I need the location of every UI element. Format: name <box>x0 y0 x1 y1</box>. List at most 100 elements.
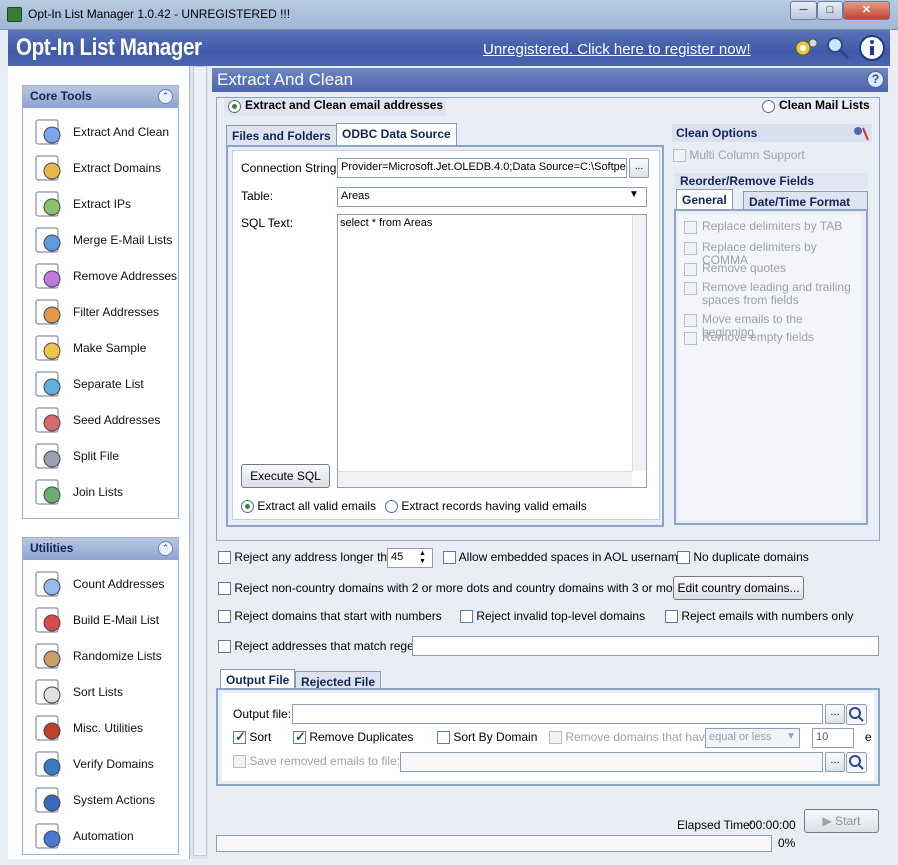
sidebar-item-remove-addresses[interactable]: Remove Addresses <box>33 261 178 291</box>
reject-regexp-option[interactable]: Reject addresses that match regexp <box>218 639 426 654</box>
sidebar-item-automation[interactable]: Automation <box>33 821 178 851</box>
sql-vertical-scrollbar[interactable] <box>632 215 646 471</box>
reject-numbers-only-option[interactable]: Reject emails with numbers only <box>665 609 853 624</box>
extract-records-option[interactable]: Extract records having valid emails <box>385 499 587 514</box>
sidebar-item-sort-lists[interactable]: Sort Lists <box>33 677 178 707</box>
clean-option-checkbox[interactable] <box>684 263 697 276</box>
allow-spaces-checkbox[interactable] <box>443 551 456 565</box>
mode-extract-radio[interactable] <box>228 100 241 114</box>
no-dup-domains-checkbox[interactable] <box>677 551 690 565</box>
minimize-button[interactable]: ─ <box>790 1 817 20</box>
clean-option[interactable]: Remove empty fields <box>684 331 854 345</box>
save-removed-option[interactable]: Save removed emails to file: <box>233 754 400 769</box>
mode-clean-radio[interactable] <box>762 100 775 114</box>
remove-duplicates-option[interactable]: Remove Duplicates <box>293 729 413 745</box>
help-icon[interactable]: ? <box>867 71 884 88</box>
maximize-button[interactable]: □ <box>817 1 843 20</box>
sql-horizontal-scrollbar[interactable] <box>338 471 632 487</box>
max-length-stepper[interactable]: 45 <box>387 548 433 568</box>
save-removed-input[interactable] <box>400 752 823 772</box>
sidebar-item-system-actions[interactable]: System Actions <box>33 785 178 815</box>
no-dup-domains-option[interactable]: No duplicate domains <box>677 550 809 565</box>
remove-domains-checkbox[interactable] <box>549 731 562 745</box>
execute-sql-button[interactable]: Execute SQL <box>241 464 330 488</box>
table-select[interactable]: Areas <box>337 187 647 207</box>
collapse-chevron-icon[interactable]: ⌃ <box>158 541 173 556</box>
tab-rejected-file[interactable]: Rejected File <box>295 671 382 689</box>
tab-date-time-format[interactable]: Date/Time Format <box>743 191 868 209</box>
settings-gear-icon[interactable] <box>792 34 820 62</box>
clean-option[interactable]: Remove quotes <box>684 262 854 276</box>
output-file-input[interactable] <box>292 704 823 724</box>
sort-option[interactable]: Sort <box>233 729 271 745</box>
reject-numbers-start-checkbox[interactable] <box>218 610 231 624</box>
regexp-input[interactable] <box>412 636 879 656</box>
edit-country-domains-button[interactable]: Edit country domains... <box>673 576 804 600</box>
search-icon[interactable] <box>824 34 852 62</box>
reject-longer-checkbox[interactable] <box>218 551 231 565</box>
tab-general[interactable]: General <box>676 189 733 209</box>
sidebar-item-seed-addresses[interactable]: Seed Addresses <box>33 405 178 435</box>
sort-checkbox[interactable] <box>233 729 246 745</box>
sidebar-item-extract-ips[interactable]: Extract IPs <box>33 189 178 219</box>
register-link[interactable]: Unregistered. Click here to register now… <box>483 41 751 58</box>
domain-count-input[interactable]: 10 <box>812 728 854 748</box>
close-button[interactable]: ✕ <box>843 1 890 20</box>
collapse-chevron-icon[interactable]: ⌃ <box>158 89 173 104</box>
reject-numbers-start-option[interactable]: Reject domains that start with numbers <box>218 609 442 624</box>
start-button[interactable]: ▶ Start <box>804 809 879 833</box>
reject-invalid-tld-checkbox[interactable] <box>460 610 473 624</box>
tools-icon[interactable] <box>851 124 871 142</box>
clean-option[interactable]: Remove leading and trailing spaces from … <box>684 281 854 307</box>
reject-invalid-tld-option[interactable]: Reject invalid top-level domains <box>460 609 645 624</box>
sidebar-item-merge-e-mail-lists[interactable]: Merge E-Mail Lists <box>33 225 178 255</box>
sidebar-item-misc-utilities[interactable]: Misc. Utilities <box>33 713 178 743</box>
allow-spaces-option[interactable]: Allow embedded spaces in AOL usernames <box>443 550 690 565</box>
stepper-arrows-icon[interactable]: ▲ ▼ <box>419 550 426 566</box>
save-removed-search-icon[interactable] <box>846 752 867 773</box>
remove-duplicates-checkbox[interactable] <box>293 729 306 745</box>
sidebar-item-join-lists[interactable]: Join Lists <box>33 477 178 507</box>
sort-by-domain-checkbox[interactable] <box>437 731 450 745</box>
save-removed-browse-button[interactable]: … <box>825 752 845 772</box>
extract-all-radio[interactable] <box>241 500 254 514</box>
tab-files-and-folders[interactable]: Files and Folders <box>226 125 337 145</box>
sidebar-item-randomize-lists[interactable]: Randomize Lists <box>33 641 178 671</box>
sort-by-domain-option[interactable]: Sort By Domain <box>437 730 537 745</box>
clean-option-checkbox[interactable] <box>684 242 697 255</box>
connection-string-input[interactable]: Provider=Microsoft.Jet.OLEDB.4.0;Data So… <box>337 158 627 178</box>
mode-extract[interactable]: Extract and Clean email addresses <box>224 98 446 116</box>
extract-records-radio[interactable] <box>385 500 398 514</box>
reject-longer-option[interactable]: Reject any address longer than <box>218 550 400 565</box>
sidebar-item-verify-domains[interactable]: Verify Domains <box>33 749 178 779</box>
multi-column-checkbox[interactable] <box>673 149 686 163</box>
sidebar-scrollbar[interactable] <box>193 66 207 856</box>
output-search-icon[interactable] <box>846 704 867 725</box>
clean-option[interactable]: Replace delimiters by TAB <box>684 220 854 234</box>
reject-numbers-only-checkbox[interactable] <box>665 610 678 624</box>
sidebar-item-filter-addresses[interactable]: Filter Addresses <box>33 297 178 327</box>
sidebar-item-count-addresses[interactable]: Count Addresses <box>33 569 178 599</box>
sidebar-item-make-sample[interactable]: Make Sample <box>33 333 178 363</box>
sidebar-item-extract-and-clean[interactable]: Extract And Clean <box>33 117 178 147</box>
info-icon[interactable] <box>858 34 886 62</box>
output-browse-button[interactable]: … <box>825 704 845 724</box>
tab-odbc-data-source[interactable]: ODBC Data Source <box>336 123 457 145</box>
clean-option-checkbox[interactable] <box>684 282 697 295</box>
remove-domains-option[interactable]: Remove domains that have <box>549 730 711 745</box>
chevron-down-icon[interactable]: ▼ <box>629 189 639 200</box>
reject-noncountry-checkbox[interactable] <box>218 582 231 596</box>
clean-option-checkbox[interactable] <box>684 332 697 345</box>
sidebar-item-separate-list[interactable]: Separate List <box>33 369 178 399</box>
sql-text-area[interactable]: select * from Areas <box>337 214 647 488</box>
multi-column-option[interactable]: Multi Column Support <box>673 148 805 163</box>
sidebar-item-split-file[interactable]: Split File <box>33 441 178 471</box>
extract-all-option[interactable]: Extract all valid emails <box>241 499 376 514</box>
sidebar-item-build-e-mail-list[interactable]: Build E-Mail List <box>33 605 178 635</box>
chevron-down-icon[interactable]: ▼ <box>786 731 796 742</box>
clean-option-checkbox[interactable] <box>684 314 697 327</box>
reject-noncountry-option[interactable]: Reject non-country domains with 2 or mor… <box>218 581 709 596</box>
mode-clean[interactable]: Clean Mail Lists <box>758 98 876 116</box>
sidebar-item-extract-domains[interactable]: Extract Domains <box>33 153 178 183</box>
reject-regexp-checkbox[interactable] <box>218 640 231 654</box>
